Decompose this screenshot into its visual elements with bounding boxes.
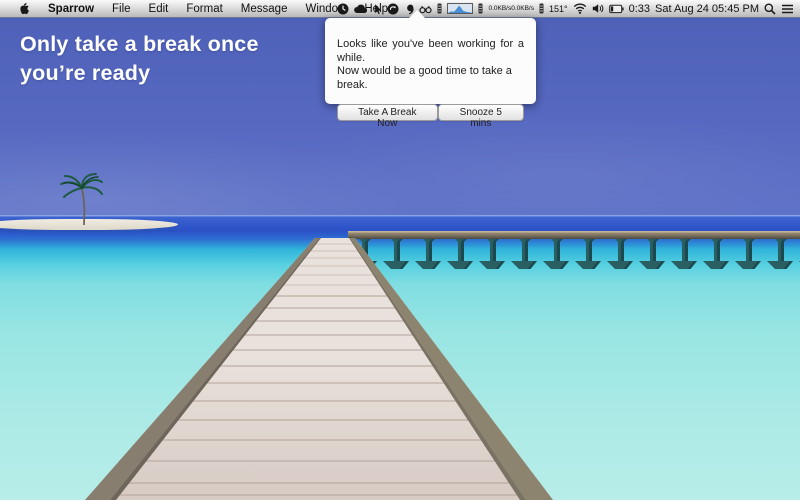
menu-extra-volume[interactable] (592, 0, 604, 17)
menu-file[interactable]: File (103, 0, 140, 17)
wallpaper-headline: Only take a break once you’re ready (20, 30, 259, 88)
menu-bar-clock[interactable]: Sat Aug 24 05:45 PM (655, 0, 759, 17)
menu-extra-break-timer[interactable] (337, 0, 349, 17)
menu-extra-gauge-1[interactable] (437, 0, 442, 17)
break-notification-popup: Looks like you've been working for a whi… (325, 18, 536, 104)
spotlight-icon (764, 3, 776, 15)
menu-extra-cloud[interactable] (354, 0, 367, 17)
headline-line1: Only take a break once (20, 30, 259, 59)
upload-speed: 0.0KB/s (488, 5, 511, 12)
menu-app-name[interactable]: Sparrow (39, 0, 103, 17)
sync-icon (387, 3, 399, 15)
apple-logo-icon (19, 2, 30, 15)
menu-extra-gauge-3[interactable] (539, 0, 544, 17)
menu-extra-sync[interactable] (387, 0, 399, 17)
menu-bar-extras: 0.0KB/s 0.0KB/s 151° (337, 0, 800, 17)
desktop: Only take a break once you’re ready Spar… (0, 0, 800, 500)
snooze-button[interactable]: Snooze 5 mins (438, 104, 524, 121)
wifi-icon (573, 3, 587, 14)
gauge-icon (478, 3, 483, 14)
gauge-icon (539, 3, 544, 14)
menu-extra-battery[interactable] (609, 0, 624, 17)
cpu-history-graph (447, 3, 473, 14)
menu-edit[interactable]: Edit (140, 0, 178, 17)
network-speed-readout[interactable]: 0.0KB/s 0.0KB/s (488, 0, 534, 17)
gauge-icon (437, 3, 442, 14)
cursor-icon (372, 3, 382, 15)
apple-menu[interactable] (10, 0, 39, 17)
popup-message-line1: Looks like you've been working for a whi… (337, 38, 524, 65)
menu-message[interactable]: Message (232, 0, 297, 17)
menu-bar: Sparrow File Edit Format Message Window … (0, 0, 800, 18)
notification-center-icon (781, 4, 794, 14)
download-speed: 0.0KB/s (511, 5, 534, 12)
battery-icon (609, 4, 624, 14)
take-break-button[interactable]: Take A Break Now (337, 104, 438, 121)
menu-extra-cpu-history[interactable] (447, 0, 473, 17)
popup-message: Looks like you've been working for a whi… (325, 18, 536, 92)
menu-extra-wifi[interactable] (573, 0, 587, 17)
menu-extra-spotlight[interactable] (764, 0, 776, 17)
clock-icon (337, 3, 349, 15)
menu-extra-pointer[interactable] (372, 0, 382, 17)
menu-format[interactable]: Format (177, 0, 231, 17)
headline-line2: you’re ready (20, 59, 259, 88)
menu-extra-notification-center[interactable] (781, 0, 794, 17)
battery-time-remaining[interactable]: 0:33 (629, 0, 650, 17)
cloud-icon (354, 3, 367, 14)
popup-arrow (409, 10, 425, 18)
menu-extra-gauge-2[interactable] (478, 0, 483, 17)
temperature-readout[interactable]: 151° (549, 0, 568, 17)
popup-buttons: Take A Break Now Snooze 5 mins (325, 92, 536, 121)
popup-message-line2: Now would be a good time to take a break… (337, 65, 524, 92)
volume-icon (592, 3, 604, 14)
